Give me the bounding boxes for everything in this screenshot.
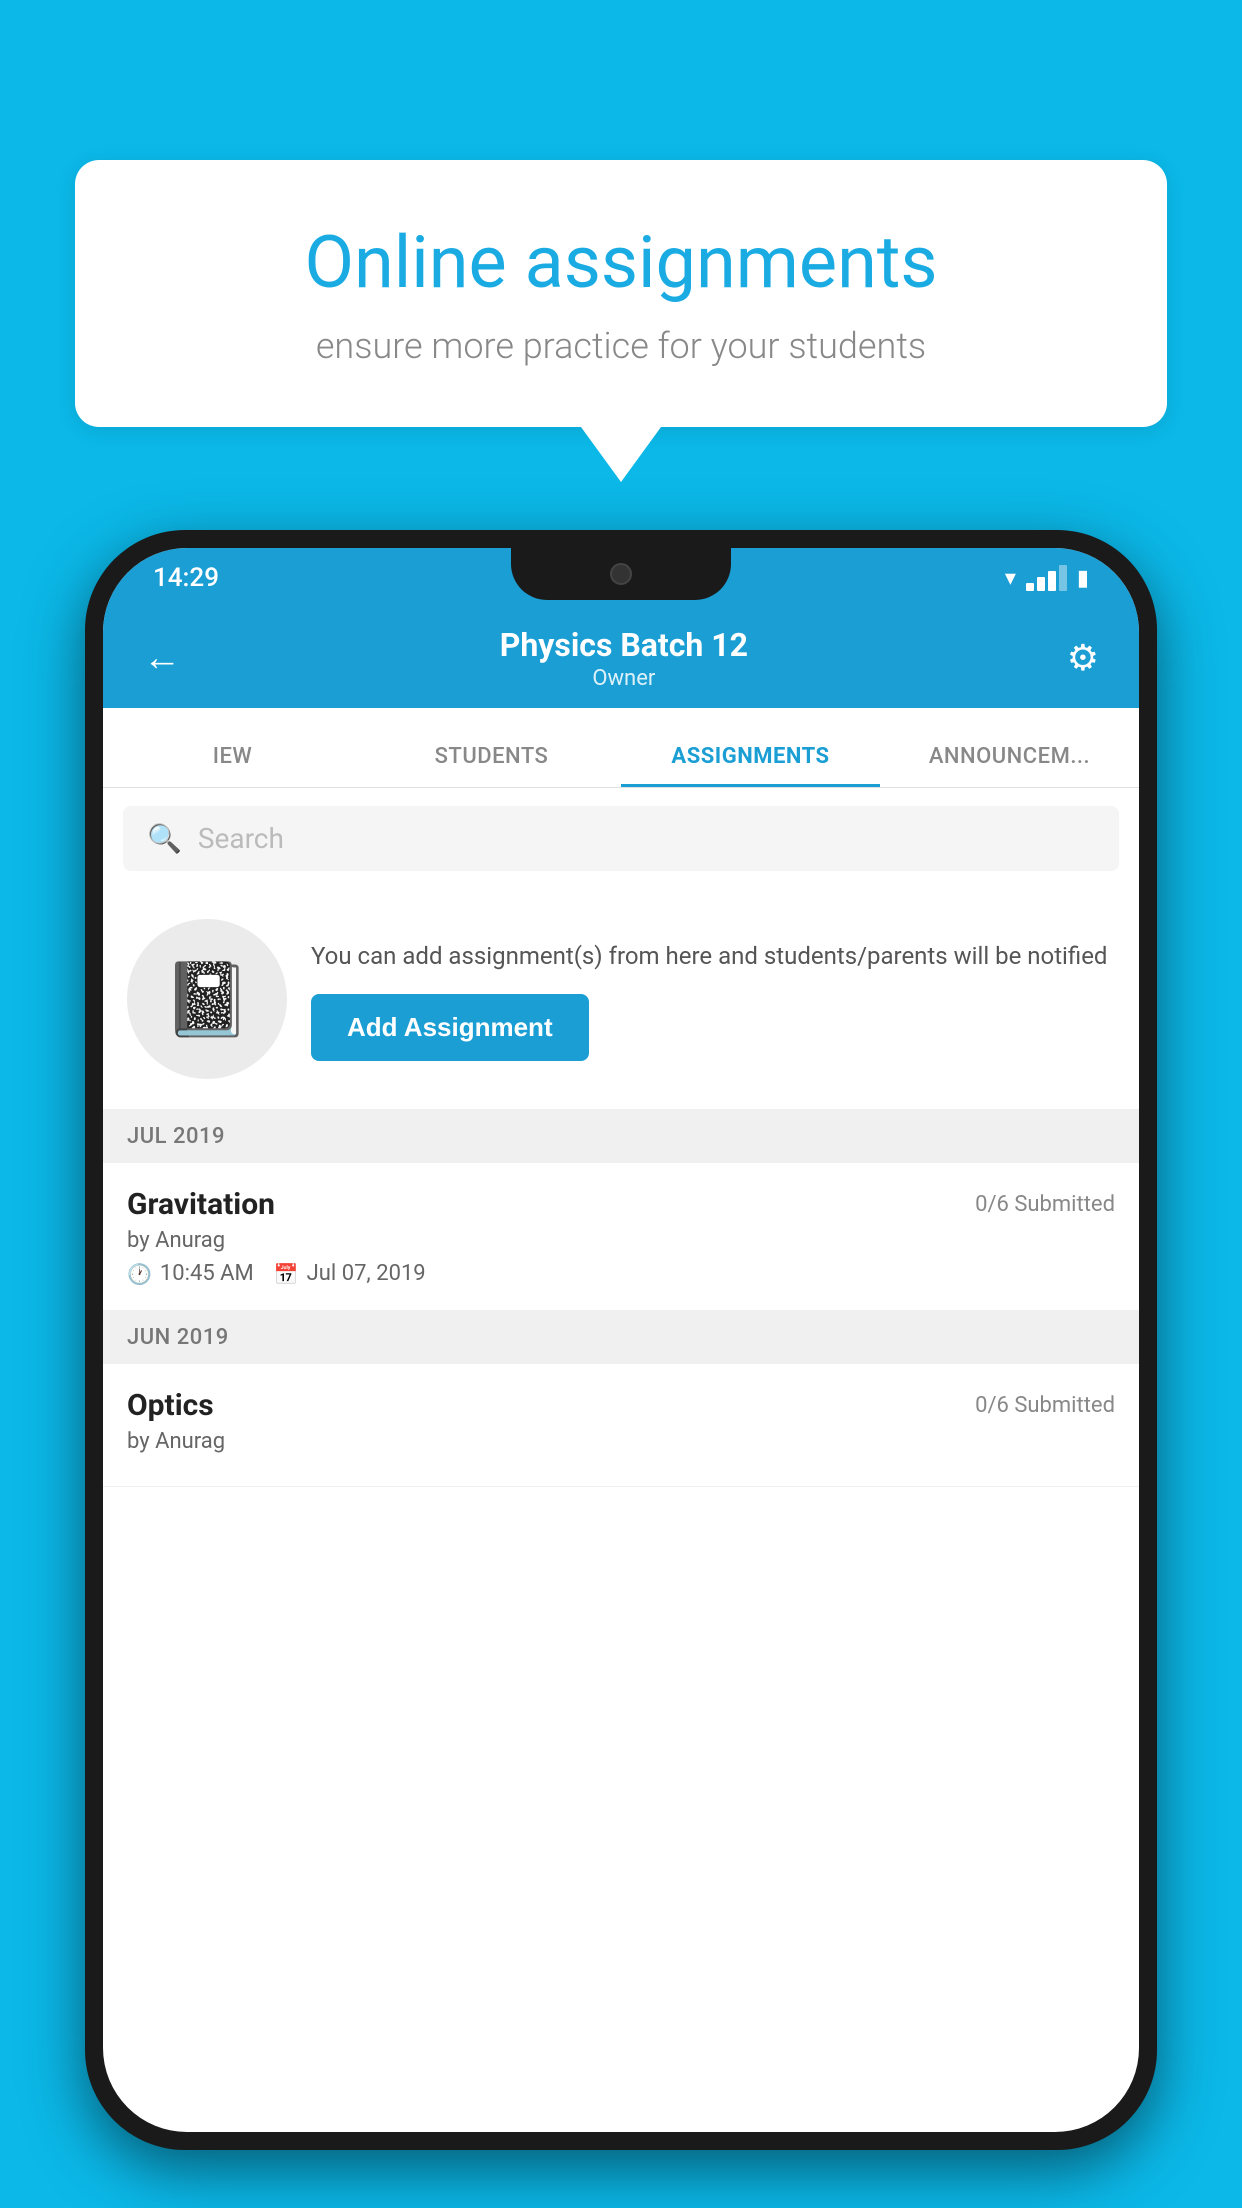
assignment-item-optics[interactable]: Optics 0/6 Submitted by Anurag: [103, 1364, 1139, 1487]
assignment-time-text: 10:45 AM: [160, 1261, 254, 1286]
assignment-date-gravitation: 📅 Jul 07, 2019: [274, 1261, 426, 1286]
section-header-jun: JUN 2019: [103, 1311, 1139, 1364]
speech-bubble-container: Online assignments ensure more practice …: [75, 160, 1167, 482]
assignment-date-text: Jul 07, 2019: [307, 1261, 426, 1286]
phone-notch: [511, 548, 731, 600]
assignment-name-gravitation: Gravitation: [127, 1187, 275, 1222]
speech-bubble-tail: [581, 427, 661, 482]
promo-text: You can add assignment(s) from here and …: [311, 938, 1115, 974]
phone-screen: 14:29 ▾ ▮ ← Physics Batch 12 Owner: [103, 548, 1139, 2132]
battery-icon: ▮: [1077, 566, 1089, 591]
app-bar-title-section: Physics Batch 12 Owner: [191, 626, 1057, 691]
section-header-jul: JUL 2019: [103, 1110, 1139, 1163]
assignment-row-top: Gravitation 0/6 Submitted: [127, 1187, 1115, 1222]
add-assignment-button[interactable]: Add Assignment: [311, 994, 589, 1061]
front-camera: [610, 563, 632, 585]
tab-assignments[interactable]: ASSIGNMENTS: [621, 744, 880, 787]
back-button[interactable]: ←: [133, 626, 191, 690]
app-bar-subtitle: Owner: [191, 666, 1057, 691]
assignment-name-optics: Optics: [127, 1388, 214, 1423]
search-placeholder: Search: [198, 822, 284, 855]
phone-frame: 14:29 ▾ ▮ ← Physics Batch 12 Owner: [85, 530, 1157, 2150]
speech-bubble-subtitle: ensure more practice for your students: [145, 325, 1097, 367]
assignment-by-gravitation: by Anurag: [127, 1228, 1115, 1253]
signal-icon: [1026, 565, 1067, 591]
assignment-time-gravitation: 🕐 10:45 AM: [127, 1261, 254, 1286]
tab-announcements[interactable]: ANNOUNCEM...: [880, 744, 1139, 787]
assignment-by-optics: by Anurag: [127, 1429, 1115, 1454]
speech-bubble-title: Online assignments: [145, 220, 1097, 305]
assignment-item-gravitation[interactable]: Gravitation 0/6 Submitted by Anurag 🕐 10…: [103, 1163, 1139, 1311]
assignment-submitted-gravitation: 0/6 Submitted: [975, 1192, 1115, 1217]
status-icons: ▾ ▮: [1005, 565, 1089, 591]
search-bar[interactable]: 🔍 Search: [123, 806, 1119, 871]
wifi-icon: ▾: [1005, 566, 1016, 591]
tab-bar: IEW STUDENTS ASSIGNMENTS ANNOUNCEM...: [103, 708, 1139, 788]
tab-students[interactable]: STUDENTS: [362, 744, 621, 787]
clock-icon: 🕐: [127, 1262, 152, 1286]
assignment-row-top-optics: Optics 0/6 Submitted: [127, 1388, 1115, 1423]
assignment-meta-gravitation: 🕐 10:45 AM 📅 Jul 07, 2019: [127, 1261, 1115, 1286]
settings-icon[interactable]: ⚙: [1057, 627, 1109, 689]
calendar-icon: 📅: [274, 1262, 299, 1286]
promo-section: 📓 You can add assignment(s) from here an…: [103, 889, 1139, 1110]
promo-content: You can add assignment(s) from here and …: [311, 938, 1115, 1061]
app-bar: ← Physics Batch 12 Owner ⚙: [103, 608, 1139, 708]
speech-bubble: Online assignments ensure more practice …: [75, 160, 1167, 427]
status-time: 14:29: [153, 563, 219, 593]
search-container: 🔍 Search: [103, 788, 1139, 889]
promo-icon-circle: 📓: [127, 919, 287, 1079]
tab-iew[interactable]: IEW: [103, 744, 362, 787]
assignment-submitted-optics: 0/6 Submitted: [975, 1393, 1115, 1418]
notebook-icon: 📓: [162, 957, 252, 1042]
search-icon: 🔍: [147, 822, 182, 855]
app-bar-title: Physics Batch 12: [191, 626, 1057, 664]
